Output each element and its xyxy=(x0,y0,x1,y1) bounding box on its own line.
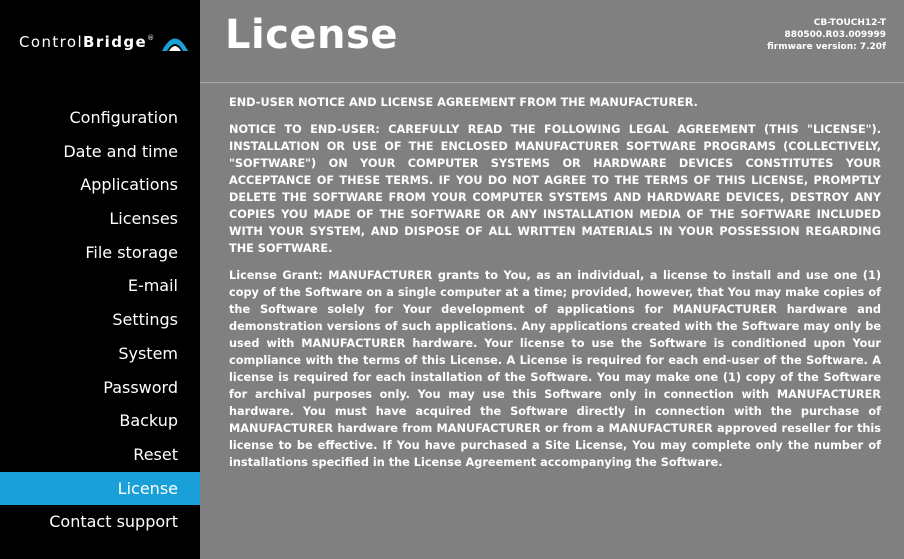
nav-item-date-and-time[interactable]: Date and time xyxy=(0,135,200,169)
device-info: CB-TOUCH12-T 880500.R03.009999 firmware … xyxy=(767,17,886,53)
license-notice: NOTICE TO END-USER: CAREFULLY READ THE F… xyxy=(229,123,881,255)
controlbridge-logo: Control Bridge ® xyxy=(19,30,189,54)
nav-item-contact-support[interactable]: Contact support xyxy=(0,505,200,539)
header-divider xyxy=(200,82,904,83)
logo-mark: ® xyxy=(147,34,156,42)
firmware-version: firmware version: 7.20f xyxy=(767,42,886,52)
nav-item-license[interactable]: License xyxy=(0,471,210,506)
nav-item-email[interactable]: E-mail xyxy=(0,269,200,303)
nav-item-reset[interactable]: Reset xyxy=(0,438,200,472)
device-serial: 880500.R03.009999 xyxy=(784,30,886,40)
license-grant: License Grant: MANUFACTURER grants to Yo… xyxy=(229,269,881,469)
logo-arc-icon xyxy=(162,38,189,51)
logo-control-text: Control xyxy=(19,33,84,51)
nav-item-licenses[interactable]: Licenses xyxy=(0,202,200,236)
page-title: License xyxy=(225,12,398,58)
nav-item-password[interactable]: Password xyxy=(0,371,200,405)
nav-item-configuration[interactable]: Configuration xyxy=(0,101,200,135)
app-window: Control Bridge ® Configuration Date and t… xyxy=(0,0,904,559)
nav-item-applications[interactable]: Applications xyxy=(0,168,200,202)
logo-bridge-text: Bridge xyxy=(83,33,148,51)
license-heading: END-USER NOTICE AND LICENSE AGREEMENT FR… xyxy=(229,96,698,109)
nav-item-backup[interactable]: Backup xyxy=(0,404,200,438)
device-model: CB-TOUCH12-T xyxy=(813,18,886,28)
main-panel: License CB-TOUCH12-T 880500.R03.009999 f… xyxy=(200,0,904,559)
nav-item-file-storage[interactable]: File storage xyxy=(0,236,200,270)
nav-item-settings[interactable]: Settings xyxy=(0,303,200,337)
sidebar-nav: Configuration Date and time Applications… xyxy=(0,101,210,539)
sidebar: Control Bridge ® Configuration Date and t… xyxy=(0,0,210,559)
license-text: END-USER NOTICE AND LICENSE AGREEMENT FR… xyxy=(229,94,881,481)
nav-item-system[interactable]: System xyxy=(0,337,200,371)
